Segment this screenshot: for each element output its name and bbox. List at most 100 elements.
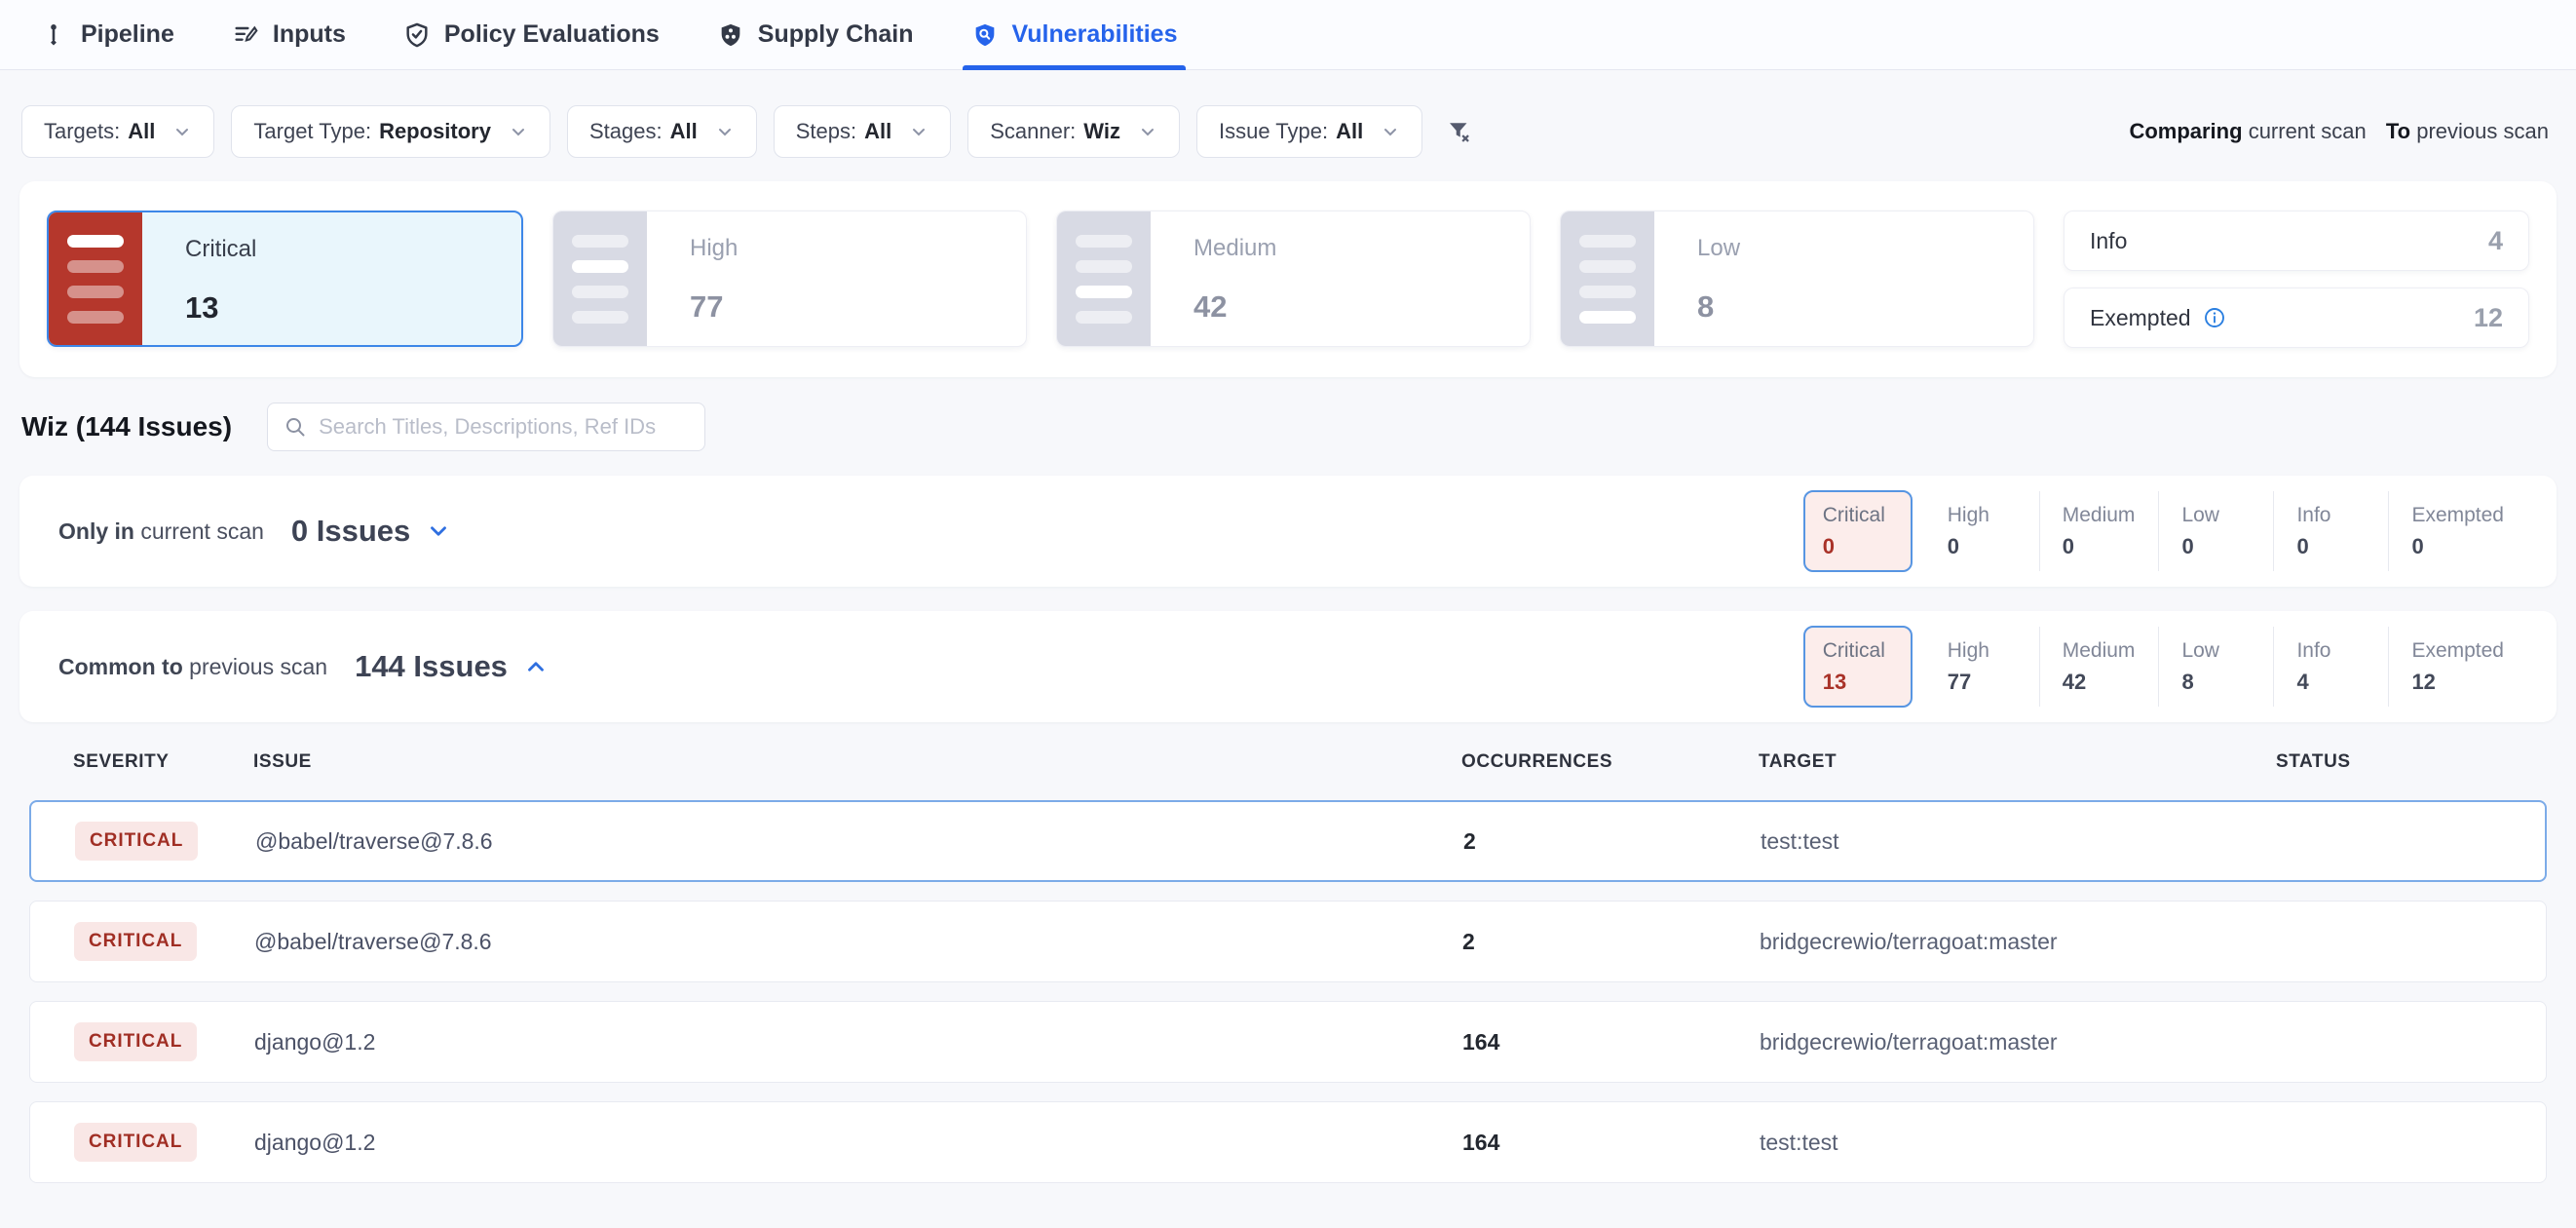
chip-critical[interactable]: Critical 0: [1803, 490, 1913, 572]
tab-pipeline[interactable]: Pipeline: [39, 0, 174, 69]
tab-label: Pipeline: [81, 20, 174, 49]
filter-stages[interactable]: Stages: All: [567, 105, 757, 158]
chip-low[interactable]: Low 0: [2158, 476, 2273, 587]
chip-value: 12: [2411, 670, 2504, 695]
section-label-rest: previous scan: [189, 654, 327, 679]
chip-value: 4: [2296, 670, 2365, 695]
section-count-toggle[interactable]: 144 Issues: [355, 649, 549, 684]
severity-badge: CRITICAL: [74, 1123, 197, 1162]
section-label-bold: Only in: [58, 518, 134, 544]
chip-critical[interactable]: Critical 13: [1803, 626, 1913, 708]
tab-supply-chain[interactable]: Supply Chain: [716, 0, 914, 69]
filter-steps[interactable]: Steps: All: [774, 105, 952, 158]
filter-bar: Targets: All Target Type: Repository Sta…: [21, 105, 2549, 158]
severity-chips: Critical 13 High 77 Medium 42 Low 8 Info…: [1803, 611, 2527, 722]
tab-label: Inputs: [273, 20, 346, 49]
filter-value: All: [1336, 119, 1363, 144]
severity-card-value: 42: [1193, 289, 1276, 325]
severity-badge: CRITICAL: [74, 1022, 197, 1061]
chip-exempted[interactable]: Exempted 0: [2388, 476, 2527, 587]
chip-label: Info: [2296, 504, 2365, 527]
target-cell: bridgecrewio/terragoat:master: [1760, 929, 2277, 955]
occurrences-cell: 164: [1462, 1130, 1760, 1156]
chip-value: 0: [1948, 534, 2016, 559]
tab-policy-evaluations[interactable]: Policy Evaluations: [402, 0, 660, 69]
comparing-previous: previous scan: [2416, 119, 2549, 143]
chip-medium[interactable]: Medium 0: [2039, 476, 2159, 587]
filter-issue-type[interactable]: Issue Type: All: [1196, 105, 1422, 158]
table-row[interactable]: CRITICAL @babel/traverse@7.8.6 2 test:te…: [29, 800, 2547, 882]
col-header-issue: ISSUE: [253, 751, 1461, 773]
vulnerabilities-page: Pipeline Inputs Policy Evaluations Suppl…: [0, 0, 2576, 1228]
col-header-severity: SEVERITY: [73, 751, 253, 773]
chevron-up-icon: [523, 654, 549, 679]
filter-value: All: [128, 119, 155, 144]
scanner-title: Wiz (144 Issues): [21, 411, 232, 442]
occurrences-cell: 2: [1463, 828, 1761, 855]
chip-high[interactable]: High 0: [1924, 476, 2039, 587]
shield-network-icon: [716, 20, 745, 50]
exempted-card[interactable]: Exempted 12: [2064, 288, 2529, 348]
comparing-label: Comparing current scan To previous scan: [2129, 119, 2549, 144]
pipeline-icon: [39, 20, 68, 50]
chip-value: 0: [2411, 534, 2504, 559]
comparing-to-bold: To: [2386, 119, 2410, 143]
severity-badge: CRITICAL: [75, 822, 198, 861]
chip-label: Medium: [2063, 504, 2136, 527]
search-box: [267, 403, 705, 451]
severity-card-label: Low: [1697, 235, 1740, 262]
info-card[interactable]: Info 4: [2064, 211, 2529, 271]
section-label-bold: Common to: [58, 654, 183, 679]
info-card-value: 4: [2488, 226, 2503, 256]
severity-card-label: Medium: [1193, 235, 1276, 262]
search-input[interactable]: [319, 414, 689, 440]
exempted-card-value: 12: [2474, 303, 2503, 333]
severity-card-label: High: [690, 235, 738, 262]
section-count-toggle[interactable]: 0 Issues: [291, 514, 451, 549]
chip-medium[interactable]: Medium 42: [2039, 611, 2159, 722]
issue-cell: @babel/traverse@7.8.6: [254, 929, 1462, 955]
section-common-previous-scan: Common to previous scan 144 Issues Criti…: [19, 611, 2557, 722]
chip-info[interactable]: Info 4: [2273, 611, 2388, 722]
section-label-rest: current scan: [140, 518, 264, 544]
severity-card-critical[interactable]: Critical 13: [47, 211, 523, 347]
chevron-down-icon: [426, 518, 451, 544]
chip-label: Info: [2296, 639, 2365, 663]
tab-vulnerabilities[interactable]: Vulnerabilities: [970, 0, 1178, 69]
issue-cell: django@1.2: [254, 1029, 1462, 1055]
chip-value: 0: [2181, 534, 2250, 559]
filter-target-type[interactable]: Target Type: Repository: [231, 105, 550, 158]
chip-low[interactable]: Low 8: [2158, 611, 2273, 722]
chip-exempted[interactable]: Exempted 12: [2388, 611, 2527, 722]
tab-inputs[interactable]: Inputs: [231, 0, 346, 69]
chip-value: 0: [1823, 534, 1893, 559]
chip-value: 0: [2296, 534, 2365, 559]
filter-scanner[interactable]: Scanner: Wiz: [967, 105, 1180, 158]
section-only-current-scan: Only in current scan 0 Issues Critical 0…: [19, 476, 2557, 587]
target-cell: test:test: [1761, 828, 2278, 855]
inputs-icon: [231, 20, 260, 50]
clear-filters-icon[interactable]: [1445, 117, 1474, 146]
issue-cell: django@1.2: [254, 1130, 1462, 1156]
severity-card-value: 77: [690, 289, 738, 325]
filter-value: Repository: [379, 119, 491, 144]
table-row[interactable]: CRITICAL django@1.2 164 test:test: [29, 1101, 2547, 1183]
chevron-down-icon: [1381, 122, 1400, 141]
filter-label: Issue Type:: [1219, 119, 1328, 144]
severity-badge: CRITICAL: [74, 922, 197, 961]
chevron-down-icon: [909, 122, 928, 141]
severity-stripe-icon: [49, 212, 142, 345]
chip-info[interactable]: Info 0: [2273, 476, 2388, 587]
severity-card-high[interactable]: High 77: [552, 211, 1027, 347]
shield-search-icon: [970, 20, 1000, 50]
comparing-current: current scan: [2249, 119, 2367, 143]
severity-card-low[interactable]: Low 8: [1560, 211, 2034, 347]
table-row[interactable]: CRITICAL django@1.2 164 bridgecrewio/ter…: [29, 1001, 2547, 1083]
table-row[interactable]: CRITICAL @babel/traverse@7.8.6 2 bridgec…: [29, 901, 2547, 982]
filter-targets[interactable]: Targets: All: [21, 105, 214, 158]
severity-card-medium[interactable]: Medium 42: [1056, 211, 1531, 347]
tab-label: Supply Chain: [758, 20, 914, 49]
chip-high[interactable]: High 77: [1924, 611, 2039, 722]
info-card-label: Info: [2090, 228, 2127, 254]
exempted-card-label: Exempted: [2090, 305, 2191, 331]
